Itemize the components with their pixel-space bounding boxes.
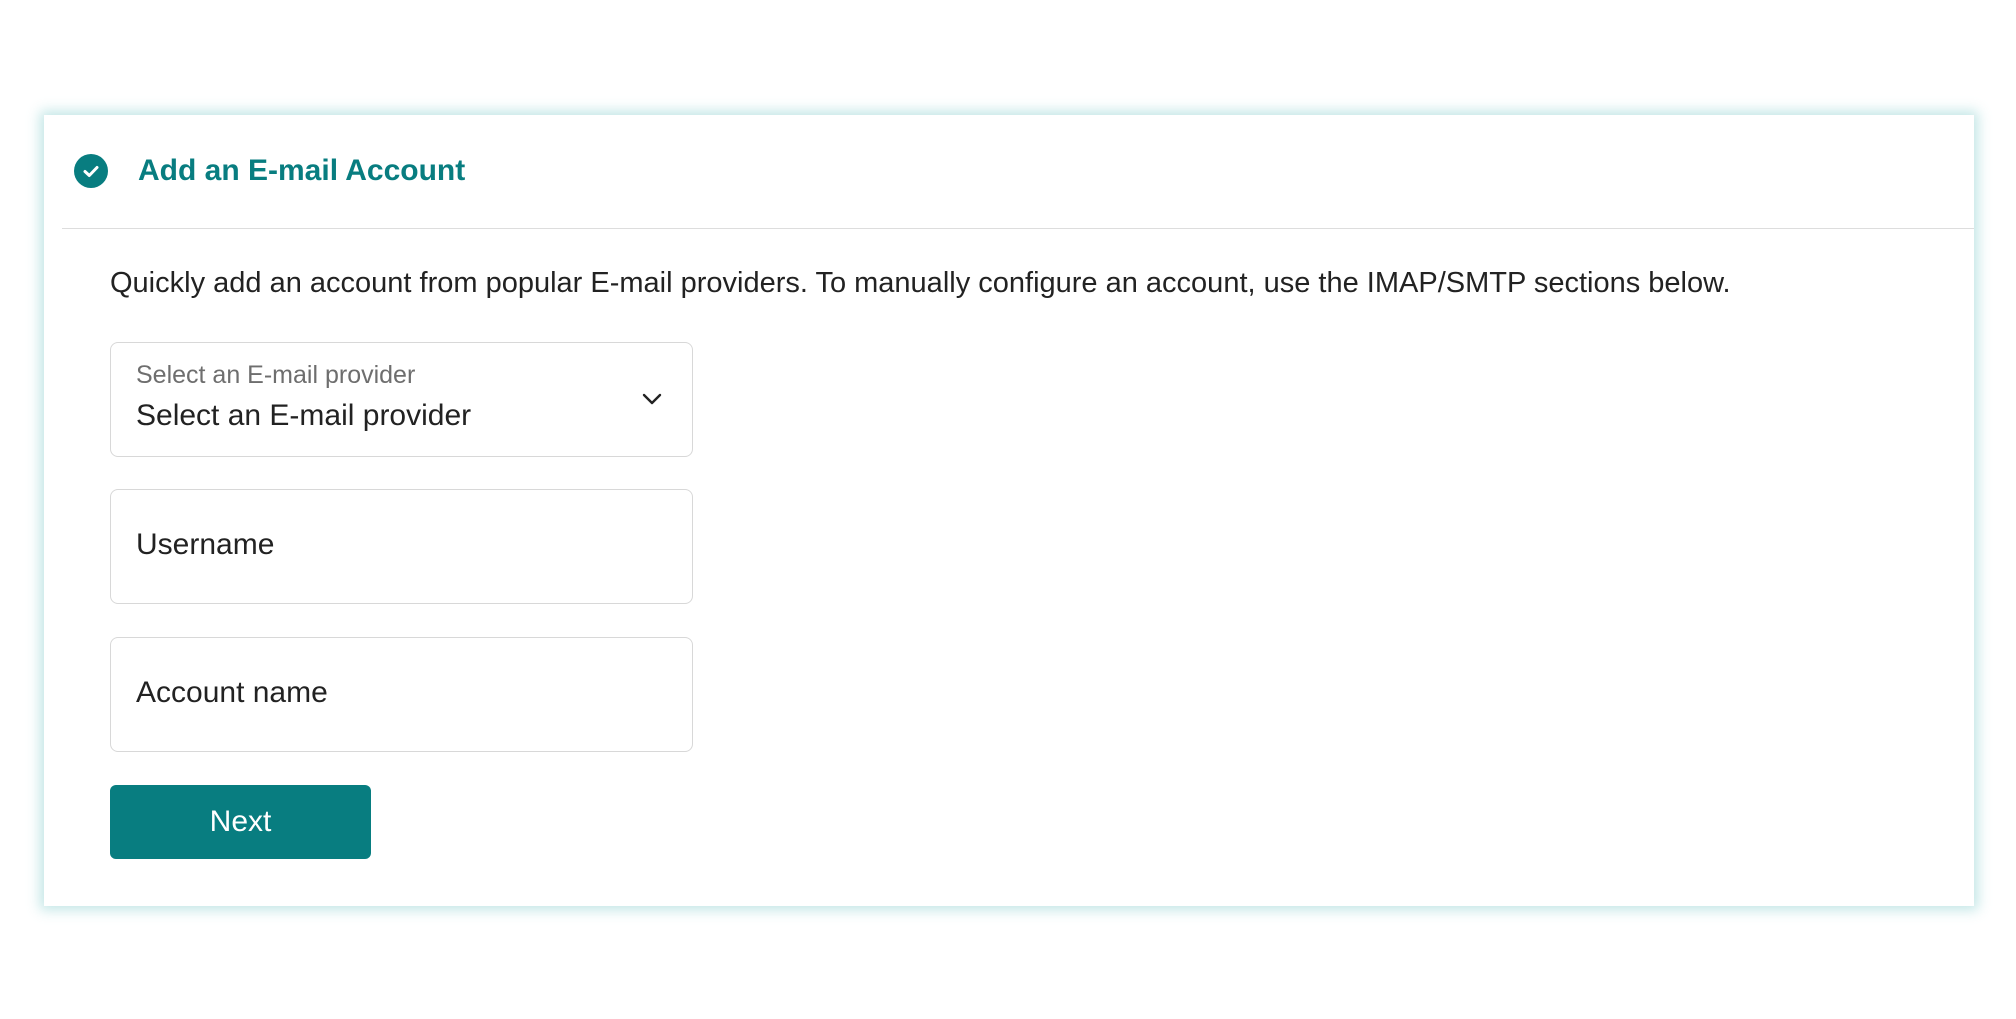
panel-header: Add an E-mail Account	[62, 115, 1974, 229]
username-placeholder: Username	[136, 528, 275, 561]
check-circle-icon	[74, 153, 108, 188]
account-name-field[interactable]: Account name	[110, 637, 693, 752]
email-provider-select[interactable]: Select an E-mail provider Select an E-ma…	[110, 342, 693, 457]
email-provider-label: Select an E-mail provider	[136, 361, 416, 389]
add-email-account-panel: Add an E-mail Account Quickly add an acc…	[44, 115, 1974, 906]
email-provider-value: Select an E-mail provider	[136, 399, 472, 432]
page: Add an E-mail Account Quickly add an acc…	[0, 0, 2016, 1019]
next-button[interactable]: Next	[110, 785, 371, 859]
panel-description: Quickly add an account from popular E-ma…	[110, 267, 1731, 299]
panel-title: Add an E-mail Account	[138, 153, 466, 187]
chevron-down-icon[interactable]	[640, 387, 664, 411]
username-field[interactable]: Username	[110, 489, 693, 604]
account-name-placeholder: Account name	[136, 676, 328, 709]
